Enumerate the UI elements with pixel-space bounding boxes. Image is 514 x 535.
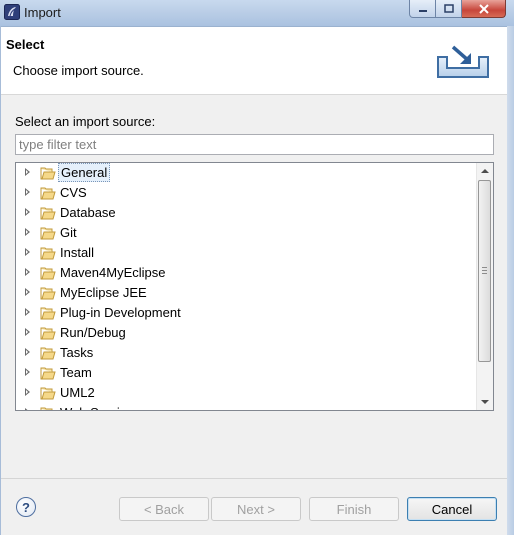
tree-item-label: CVS — [60, 185, 87, 200]
maximize-button[interactable] — [436, 0, 462, 18]
open-folder-icon — [40, 287, 56, 300]
filter-label: Select an import source: — [15, 114, 156, 129]
wizard-header: Select Choose import source. — [1, 27, 507, 95]
expand-arrow-icon[interactable] — [25, 368, 30, 376]
open-folder-icon — [40, 187, 56, 200]
tree-item[interactable]: Run/Debug — [16, 323, 476, 343]
window-title: Import — [24, 5, 61, 20]
tree-item-label: Team — [60, 365, 92, 380]
tree-item-label: Git — [60, 225, 77, 240]
expand-arrow-icon[interactable] — [25, 168, 30, 176]
tree-item-label: Install — [60, 245, 94, 260]
open-folder-icon — [40, 227, 56, 240]
window-frame-right — [507, 26, 514, 535]
window-frame-left — [0, 26, 1, 535]
expand-arrow-icon[interactable] — [25, 228, 30, 236]
scroll-up-icon[interactable] — [481, 169, 489, 173]
open-folder-icon — [40, 307, 56, 320]
tree-item[interactable]: Plug-in Development — [16, 303, 476, 323]
open-folder-icon — [40, 207, 56, 220]
tree-item[interactable]: Tasks — [16, 343, 476, 363]
tree-item-label: Web Services — [58, 404, 142, 410]
title-bar[interactable]: Import — [0, 0, 514, 27]
expand-arrow-icon[interactable] — [25, 248, 30, 256]
tree-item[interactable]: Maven4MyEclipse — [16, 263, 476, 283]
tree-item-label: Run/Debug — [60, 325, 126, 340]
filter-input[interactable] — [15, 134, 494, 155]
tree-item-label: Maven4MyEclipse — [60, 265, 166, 280]
expand-arrow-icon[interactable] — [25, 388, 30, 396]
close-button[interactable] — [462, 0, 506, 18]
expand-arrow-icon[interactable] — [25, 188, 30, 196]
back-button[interactable]: < Back — [119, 497, 209, 521]
tree-item-label: Database — [60, 205, 116, 220]
expand-arrow-icon[interactable] — [25, 268, 30, 276]
import-tray-icon — [437, 45, 489, 78]
tree-item-label: MyEclipse JEE — [60, 285, 147, 300]
tree-item[interactable]: MyEclipse JEE — [16, 283, 476, 303]
close-icon — [478, 3, 489, 14]
tree-item-label: General — [58, 163, 111, 182]
minimize-button[interactable] — [409, 0, 436, 18]
tree-item[interactable]: Team — [16, 363, 476, 383]
cancel-button[interactable]: Cancel — [407, 497, 497, 521]
footer-divider — [1, 478, 507, 479]
open-folder-icon — [40, 407, 53, 410]
tree-item-label: UML2 — [60, 385, 95, 400]
tree-item[interactable]: Web Services — [16, 403, 476, 410]
expand-arrow-icon[interactable] — [25, 288, 30, 296]
next-button[interactable]: Next > — [211, 497, 301, 521]
open-folder-icon — [40, 247, 56, 260]
page-description: Choose import source. — [13, 63, 144, 78]
tree-item[interactable]: General — [16, 163, 476, 183]
open-folder-icon — [40, 167, 56, 180]
vertical-scrollbar[interactable] — [476, 163, 493, 410]
open-folder-icon — [40, 387, 56, 400]
help-button[interactable]: ? — [16, 497, 36, 517]
expand-arrow-icon[interactable] — [25, 308, 30, 316]
open-folder-icon — [40, 347, 56, 360]
tree-item[interactable]: UML2 — [16, 383, 476, 403]
tree-item-label: Tasks — [60, 345, 94, 360]
open-folder-icon — [40, 327, 56, 340]
scrollbar-thumb[interactable] — [478, 180, 491, 362]
finish-button[interactable]: Finish — [309, 497, 399, 521]
minimize-icon — [418, 9, 427, 12]
open-folder-icon — [40, 267, 56, 280]
tree-item[interactable]: Install — [16, 243, 476, 263]
tree-item[interactable]: Git — [16, 223, 476, 243]
expand-arrow-icon[interactable] — [25, 408, 30, 410]
eclipse-logo-icon — [4, 4, 20, 20]
tree-item[interactable]: CVS — [16, 183, 476, 203]
tree-item-label: Plug-in Development — [60, 305, 181, 320]
tree-item[interactable]: Database — [16, 203, 476, 223]
import-source-tree[interactable]: General CVS Database Git Install Maven4M… — [15, 162, 494, 411]
expand-arrow-icon[interactable] — [25, 328, 30, 336]
grip-icon — [482, 267, 487, 274]
scroll-down-icon[interactable] — [481, 400, 489, 404]
page-title: Select — [6, 37, 45, 52]
open-folder-icon — [40, 367, 56, 380]
expand-arrow-icon[interactable] — [25, 208, 30, 216]
tree-list: General CVS Database Git Install Maven4M… — [16, 163, 476, 410]
expand-arrow-icon[interactable] — [25, 348, 30, 356]
maximize-icon — [443, 4, 454, 13]
